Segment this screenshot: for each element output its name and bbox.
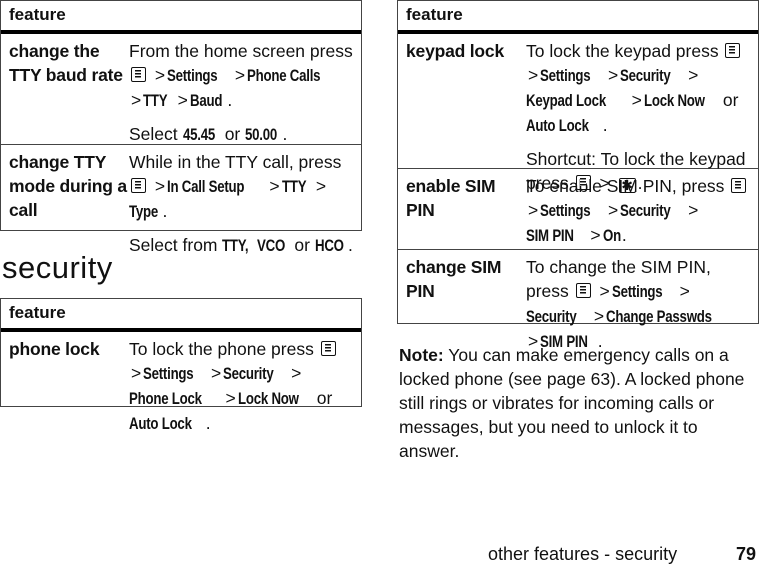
- tty-feature-table: feature change the TTY baud rate From th…: [0, 0, 362, 255]
- feature-description: To lock the phone press > Settings > Secur…: [129, 332, 361, 442]
- menu-path-item: Change Passwds: [606, 307, 712, 326]
- menu-path-item: Security: [620, 66, 671, 85]
- table-header: feature: [398, 1, 758, 34]
- menu-path-item: Security: [526, 307, 577, 326]
- option-value: Auto Lock: [526, 116, 589, 135]
- table-row: keypad lock To lock the keypad press > Se…: [398, 34, 758, 193]
- menu-path-item: In Call Setup: [167, 177, 245, 196]
- security-feature-table: feature phone lock To lock the phone pre…: [0, 298, 362, 433]
- menu-path-item: TTY: [143, 91, 168, 110]
- menu-path-item: Settings: [540, 66, 591, 85]
- menu-key-icon: [575, 175, 591, 190]
- option-value: Lock Now: [237, 389, 299, 408]
- table-header: feature: [1, 299, 361, 332]
- menu-path-item: Phone Calls: [247, 66, 321, 85]
- note-label: Note:: [399, 345, 444, 365]
- menu-key-icon: [131, 67, 146, 82]
- feature-name: keypad lock: [406, 41, 504, 61]
- menu-path-item: Phone Lock: [129, 389, 202, 408]
- option-value: 45.45: [182, 125, 215, 144]
- note-text: You can make emergency calls on a locked…: [399, 345, 745, 461]
- option-value: Lock Now: [643, 91, 705, 110]
- section-title: security: [2, 250, 113, 285]
- menu-key-icon: [575, 283, 591, 298]
- option-value: TTY,: [222, 236, 249, 255]
- menu-key-icon: [731, 178, 747, 193]
- option-value: 50.00: [245, 125, 278, 144]
- feature-description: To lock the keypad press > Settings > Secu…: [526, 41, 746, 193]
- feature-description: While in the TTY call, press > In Call Se…: [129, 145, 361, 264]
- menu-path-item: Settings: [611, 282, 663, 301]
- option-value: HCO: [314, 236, 344, 255]
- feature-name: change the TTY baud rate: [9, 41, 123, 85]
- menu-path-item: Settings: [167, 66, 218, 85]
- menu-path-item: Settings: [540, 201, 591, 220]
- option-value: VCO: [257, 236, 286, 255]
- menu-path-item: Settings: [143, 364, 194, 383]
- security-feature-table-continued: feature keypad lock To lock the keypad p…: [397, 0, 759, 351]
- feature-name: phone lock: [9, 339, 100, 359]
- menu-path-item: TTY: [281, 177, 307, 196]
- menu-path-item: Security: [223, 364, 274, 383]
- page-number: 79: [736, 544, 757, 564]
- menu-path-item: Keypad Lock: [526, 91, 606, 110]
- menu-path-item: Type: [129, 202, 159, 221]
- table-header: feature: [1, 1, 361, 34]
- menu-path-item: On: [602, 226, 621, 245]
- feature-name: enable SIM PIN: [406, 176, 496, 220]
- menu-path-item: SIM PIN: [526, 226, 574, 245]
- menu-path-item: Baud: [189, 91, 223, 110]
- shortcut-label: Shortcut:: [526, 149, 597, 169]
- feature-description: From the home screen press > Settings > Ph…: [129, 34, 361, 144]
- option-value: Auto Lock: [129, 414, 192, 433]
- footer-section-label: other features - security: [488, 544, 678, 564]
- menu-key-icon: [320, 341, 336, 356]
- feature-description: To enable SIM PIN, press > Settings > Secu…: [526, 169, 758, 249]
- table-row: phone lock To lock the phone press > Sett…: [1, 332, 361, 442]
- separator: >: [154, 65, 166, 85]
- feature-name: change TTY mode during a call: [9, 152, 127, 220]
- menu-path-item: Security: [620, 201, 671, 220]
- note-paragraph: Note: You can make emergency calls on a …: [399, 343, 751, 463]
- table-row: change the TTY baud rate From the home s…: [1, 34, 361, 144]
- table-row: change TTY mode during a call While in t…: [1, 144, 361, 264]
- menu-key-icon: [131, 178, 146, 193]
- menu-key-icon: [725, 43, 741, 58]
- star-key-icon: ✱: [618, 178, 636, 193]
